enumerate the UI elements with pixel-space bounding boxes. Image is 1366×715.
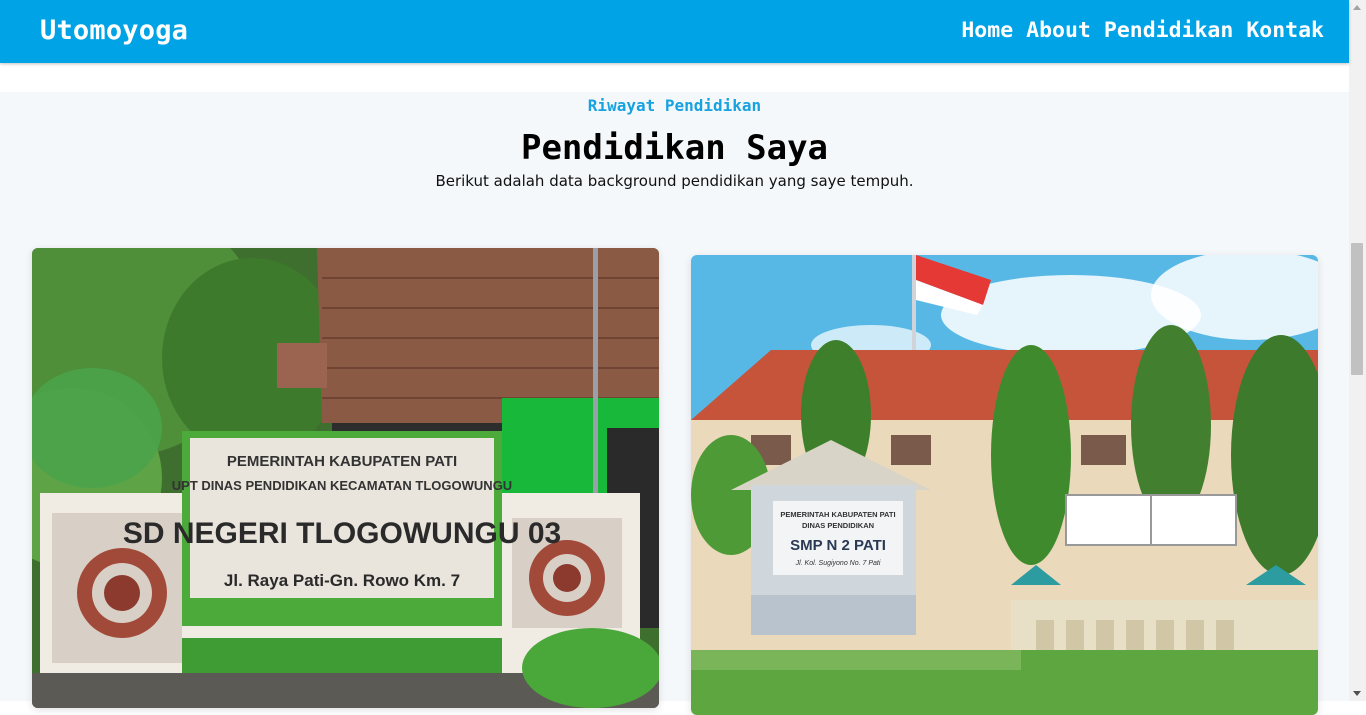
- education-card-sd: PEMERINTAH KABUPATEN PATI UPT DINAS PEND…: [32, 248, 659, 708]
- smp-sign-line-4: Jl. Kol. Sugiyono No. 7 Pati: [795, 560, 881, 567]
- brand-logo[interactable]: Utomoyoga: [40, 15, 188, 46]
- scroll-up-arrow-icon[interactable]: [1353, 5, 1361, 10]
- scroll-down-arrow-icon[interactable]: [1353, 691, 1361, 696]
- sd-sign-line-1: PEMERINTAH KABUPATEN PATI: [227, 453, 457, 470]
- scroll-thumb[interactable]: [1351, 243, 1363, 375]
- sd-sign-line-3: SD NEGERI TLOGOWUNGU 03: [123, 517, 561, 550]
- section-eyebrow: Riwayat Pendidikan: [587, 96, 762, 115]
- nav-link-about[interactable]: About: [1026, 18, 1091, 43]
- sd-sign-line-2: UPT DINAS PENDIDIKAN KECAMATAN TLOGOWUNG…: [172, 478, 512, 493]
- smp-school-photo: PEMERINTAH KABUPATEN PATI DINAS PENDIDIK…: [691, 255, 1318, 715]
- smp-sign-line-1: PEMERINTAH KABUPATEN PATI: [780, 510, 895, 519]
- nav-link-kontak[interactable]: Kontak: [1246, 18, 1324, 43]
- smp-sign-line-2: DINAS PENDIDIKAN: [802, 521, 874, 530]
- smp-sign-line-3: SMP N 2 PATI: [790, 537, 886, 554]
- nav-links: Home About Pendidikan Kontak: [961, 18, 1324, 43]
- education-card-smp: PEMERINTAH KABUPATEN PATI DINAS PENDIDIK…: [691, 255, 1318, 715]
- section-subtitle: Berikut adalah data background pendidika…: [435, 172, 914, 190]
- section-title: Pendidikan Saya: [520, 128, 829, 168]
- page-scrollbar[interactable]: [1349, 0, 1366, 701]
- education-section: Riwayat Pendidikan Pendidikan Saya Berik…: [0, 92, 1349, 715]
- sd-school-photo: PEMERINTAH KABUPATEN PATI UPT DINAS PEND…: [32, 248, 659, 708]
- sd-sign-line-4: Jl. Raya Pati-Gn. Rowo Km. 7: [224, 571, 460, 590]
- navbar: Utomoyoga Home About Pendidikan Kontak: [0, 0, 1349, 63]
- nav-link-pendidikan[interactable]: Pendidikan: [1104, 18, 1233, 43]
- nav-link-home[interactable]: Home: [961, 18, 1013, 43]
